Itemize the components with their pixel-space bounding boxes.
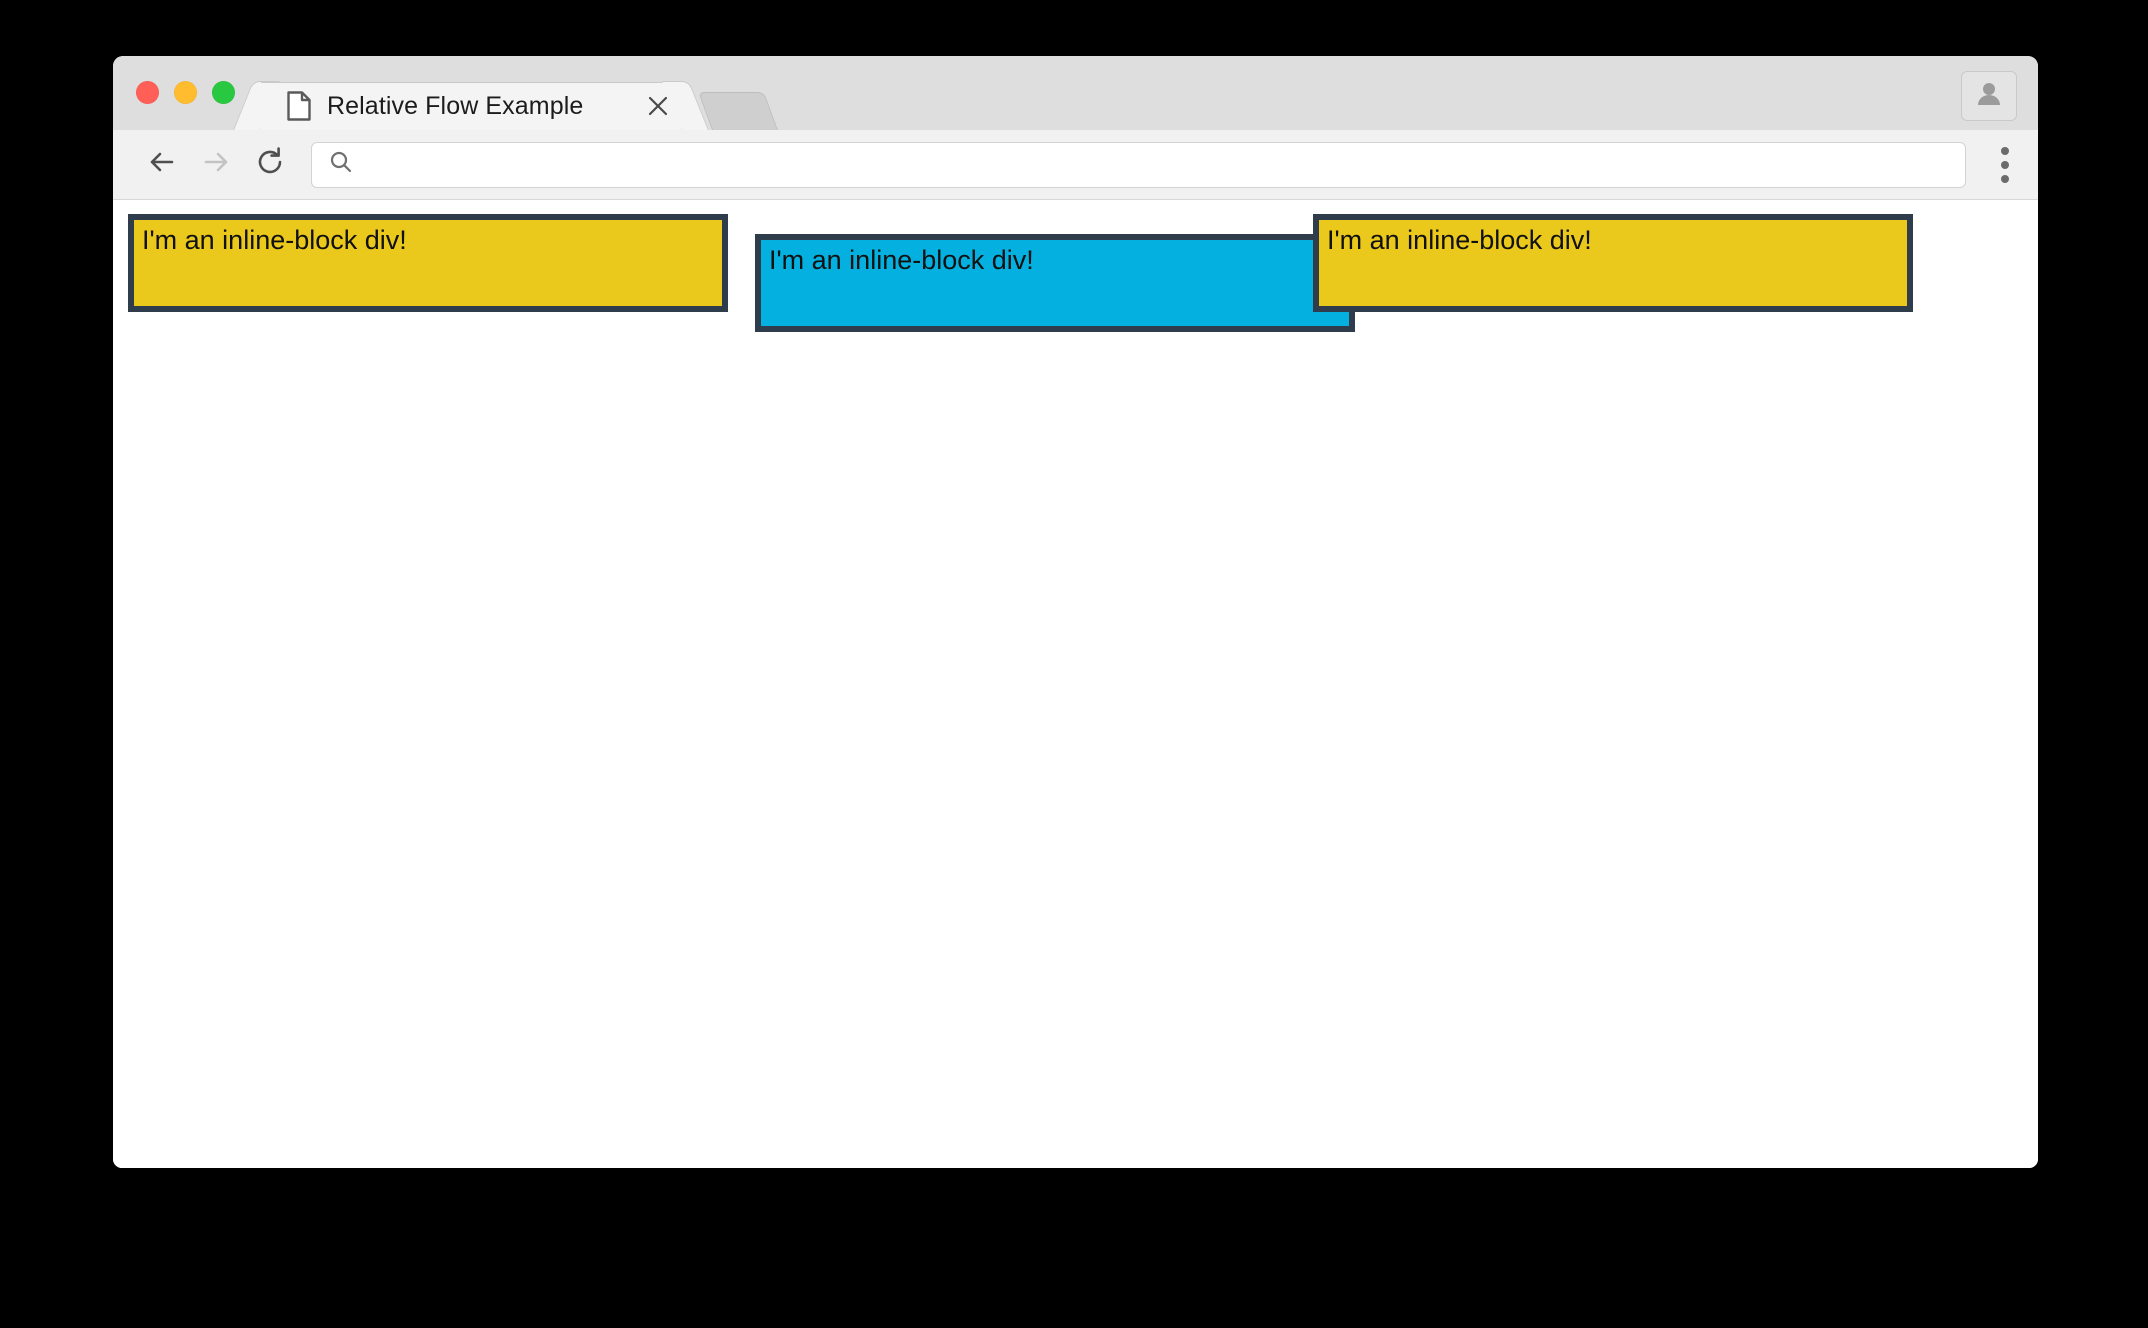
address-bar[interactable] <box>311 141 1966 188</box>
tab-top-border <box>261 82 681 83</box>
arrow-left-icon <box>145 145 179 184</box>
address-input[interactable] <box>353 142 1965 187</box>
new-tab-button[interactable] <box>698 92 778 130</box>
browser-toolbar <box>113 130 2038 200</box>
arrow-right-icon <box>199 145 233 184</box>
forward-button[interactable] <box>189 138 243 192</box>
profile-avatar-button[interactable] <box>1961 71 2017 121</box>
person-icon <box>1975 81 2003 112</box>
inline-block-div-3: I'm an inline-block div! <box>1313 214 1913 312</box>
reload-button[interactable] <box>243 138 297 192</box>
window-controls <box>136 81 235 104</box>
search-icon <box>329 150 353 179</box>
browser-window: Relative Flow Example I'm an inline-bloc… <box>113 56 2038 1168</box>
close-window-button[interactable] <box>136 81 159 104</box>
three-dots-vertical-icon <box>2001 146 2009 183</box>
page-icon <box>287 91 311 121</box>
tab-title: Relative Flow Example <box>327 91 584 120</box>
minimize-window-button[interactable] <box>174 81 197 104</box>
maximize-window-button[interactable] <box>212 81 235 104</box>
reload-icon <box>253 145 287 184</box>
page-viewport: I'm an inline-block div! I'm an inline-b… <box>113 200 2038 1168</box>
browser-titlebar: Relative Flow Example <box>113 56 2038 130</box>
tab-relative-flow-example[interactable]: Relative Flow Example <box>261 82 681 130</box>
inline-block-div-2-relative: I'm an inline-block div! <box>755 234 1355 332</box>
back-button[interactable] <box>135 138 189 192</box>
close-tab-icon[interactable] <box>643 91 673 121</box>
browser-menu-button[interactable] <box>1976 136 2034 194</box>
inline-block-div-1: I'm an inline-block div! <box>128 214 728 312</box>
